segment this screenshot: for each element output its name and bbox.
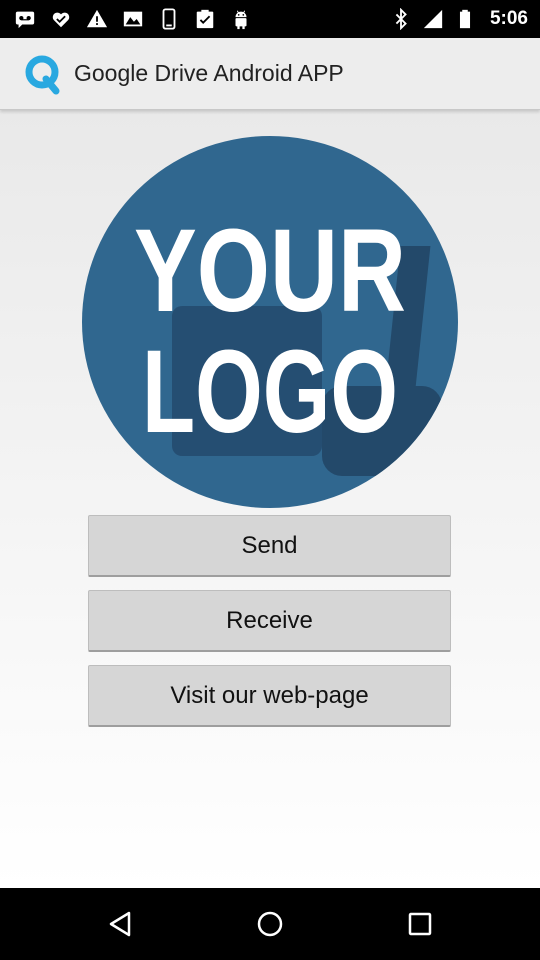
voicemail-icon <box>14 8 36 30</box>
signal-icon <box>422 8 444 30</box>
app-bar: Google Drive Android APP <box>0 38 540 110</box>
your-logo-graphic: YOUR LOGO <box>134 205 442 476</box>
recents-icon[interactable] <box>400 906 440 942</box>
navigation-bar <box>0 888 540 960</box>
warning-icon <box>86 8 108 30</box>
app-logo-icon <box>22 52 64 98</box>
send-button[interactable]: Send <box>88 515 451 577</box>
bluetooth-icon <box>390 8 412 30</box>
logo-image: YOUR LOGO <box>82 136 458 508</box>
status-bar: 5:06 <box>0 0 540 38</box>
gallery-icon <box>122 8 144 30</box>
system-icons: 5:06 <box>390 6 528 32</box>
visit-web-page-button[interactable]: Visit our web-page <box>88 665 451 727</box>
receive-button[interactable]: Receive <box>88 590 451 652</box>
back-icon[interactable] <box>100 906 140 942</box>
main-content: YOUR LOGO Send Receive Visit our web-pag… <box>0 110 540 888</box>
phone-icon <box>158 8 180 30</box>
battery-icon <box>454 8 476 30</box>
checkmark-icon <box>50 8 72 30</box>
notification-icons <box>14 6 252 32</box>
logo-line-1: YOUR <box>134 205 406 337</box>
app-title: Google Drive Android APP <box>74 60 344 86</box>
android-icon <box>230 8 252 30</box>
home-icon[interactable] <box>250 906 290 942</box>
clock: 5:06 <box>489 8 528 29</box>
logo-line-2: LOGO <box>142 326 398 458</box>
clipboard-check-icon <box>194 8 216 30</box>
